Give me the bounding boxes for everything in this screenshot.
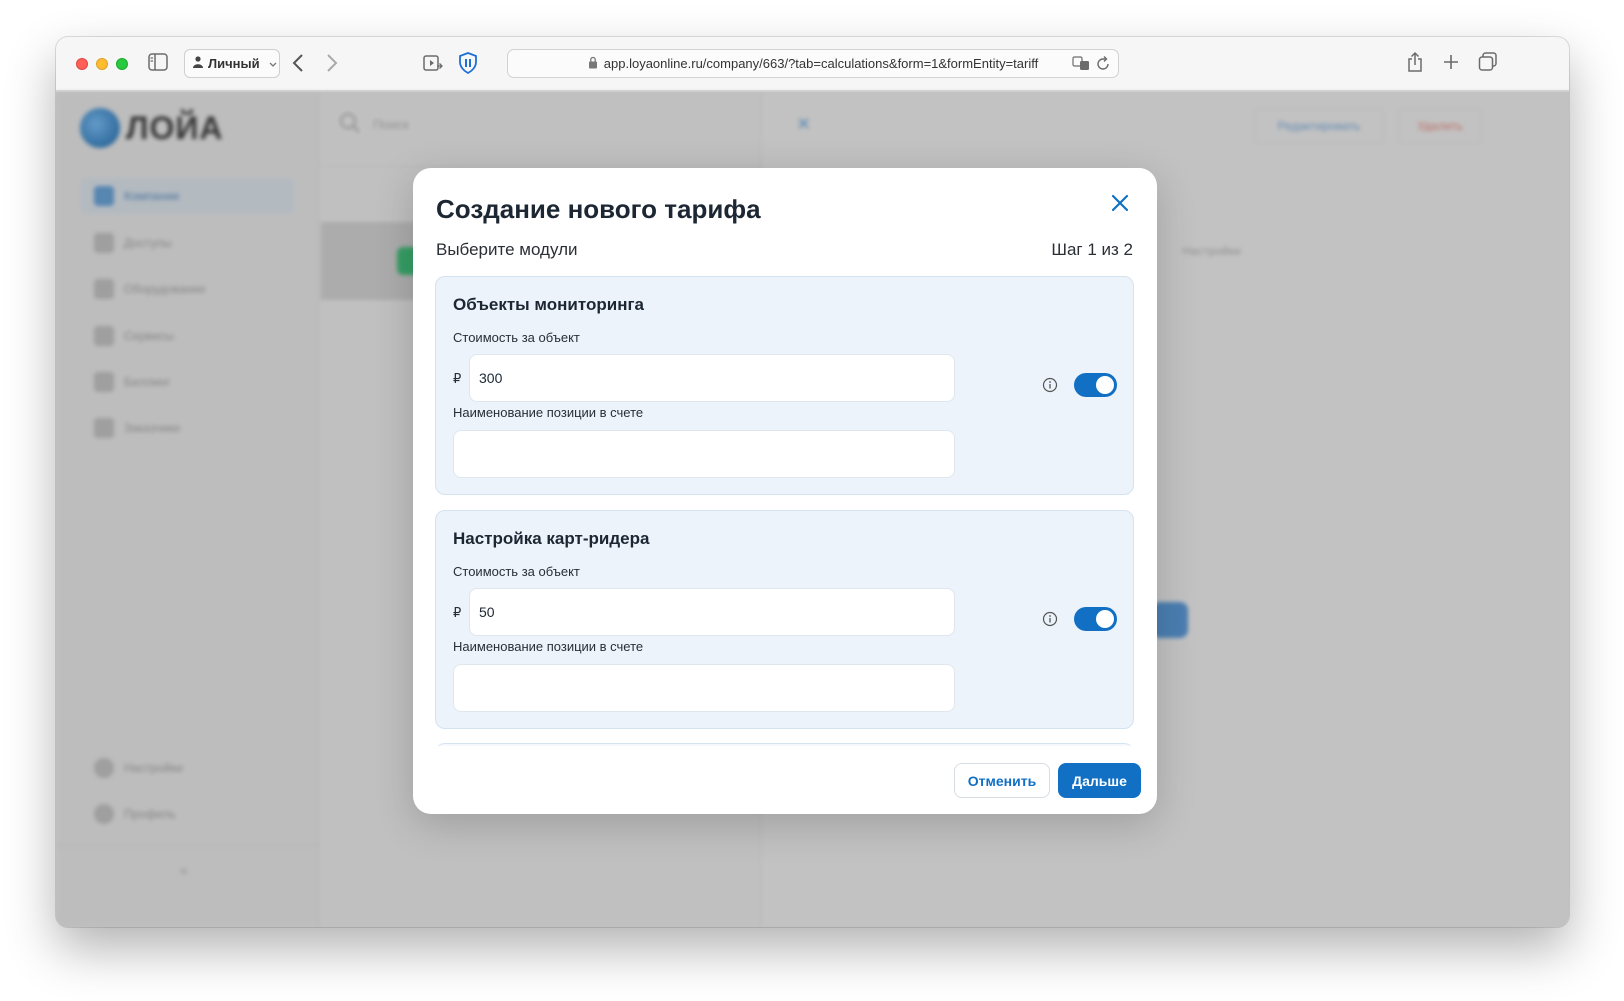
price-label: Стоимость за объект	[453, 330, 580, 345]
module-card-next	[435, 743, 1134, 746]
profile-label: Личный	[208, 56, 260, 71]
position-name-input[interactable]	[453, 430, 955, 478]
info-icon[interactable]	[1042, 611, 1058, 627]
price-label: Стоимость за объект	[453, 564, 580, 579]
close-window-button[interactable]	[76, 58, 88, 70]
cancel-button[interactable]: Отменить	[954, 763, 1050, 798]
module-title: Настройка карт-ридера	[453, 529, 650, 548]
position-name-label: Наименование позиции в счете	[453, 639, 644, 654]
tab-overview-icon[interactable]	[1478, 52, 1498, 72]
position-name-input[interactable]	[453, 664, 955, 712]
forward-arrow-icon[interactable]	[326, 53, 338, 73]
reader-icon[interactable]	[423, 53, 443, 73]
minimize-window-button[interactable]	[96, 58, 108, 70]
privacy-shield-icon[interactable]	[458, 52, 478, 74]
module-enabled-toggle[interactable]	[1074, 607, 1117, 631]
toggle-knob	[1096, 610, 1114, 628]
address-bar[interactable]: app.loyaonline.ru/company/663/?tab=calcu…	[507, 49, 1119, 78]
module-title: Объекты мониторинга	[453, 295, 645, 314]
module-card-card-reader: Настройка карт-ридера Стоимость за объек…	[435, 510, 1134, 729]
toggle-knob	[1096, 376, 1114, 394]
sidebar-toggle-icon[interactable]	[148, 53, 168, 71]
price-input[interactable]	[469, 588, 955, 636]
back-arrow-icon[interactable]	[292, 53, 304, 73]
module-card-monitoring: Объекты мониторинга Стоимость за объект …	[435, 276, 1134, 495]
person-icon	[193, 56, 203, 71]
info-icon[interactable]	[1042, 377, 1058, 393]
lock-icon	[588, 56, 598, 72]
translate-icon[interactable]	[1072, 55, 1090, 74]
url-text: app.loyaonline.ru/company/663/?tab=calcu…	[603, 56, 1039, 71]
modules-list[interactable]: Объекты мониторинга Стоимость за объект …	[435, 276, 1134, 746]
profile-selector[interactable]: Личный	[184, 49, 280, 78]
step-indicator: Шаг 1 из 2	[1051, 240, 1133, 259]
module-enabled-toggle[interactable]	[1074, 373, 1117, 397]
reload-icon[interactable]	[1096, 55, 1110, 74]
position-name-label: Наименование позиции в счете	[453, 405, 644, 420]
currency-symbol: ₽	[453, 605, 462, 620]
currency-symbol: ₽	[453, 371, 462, 386]
browser-toolbar: Личный app.loyaonline.ru/company/663/?ta…	[56, 37, 1569, 91]
dialog-title: Создание нового тарифа	[436, 194, 761, 224]
new-tab-icon[interactable]	[1442, 53, 1460, 71]
share-icon[interactable]	[1407, 51, 1423, 73]
next-button[interactable]: Дальше	[1058, 763, 1141, 798]
chevron-down-icon	[269, 56, 277, 71]
create-tariff-dialog: Создание нового тарифа Выберите модули Ш…	[413, 168, 1157, 814]
dialog-subtitle: Выберите модули	[436, 240, 578, 259]
price-input[interactable]	[469, 354, 955, 402]
zoom-window-button[interactable]	[116, 58, 128, 70]
close-icon[interactable]	[1107, 190, 1133, 216]
